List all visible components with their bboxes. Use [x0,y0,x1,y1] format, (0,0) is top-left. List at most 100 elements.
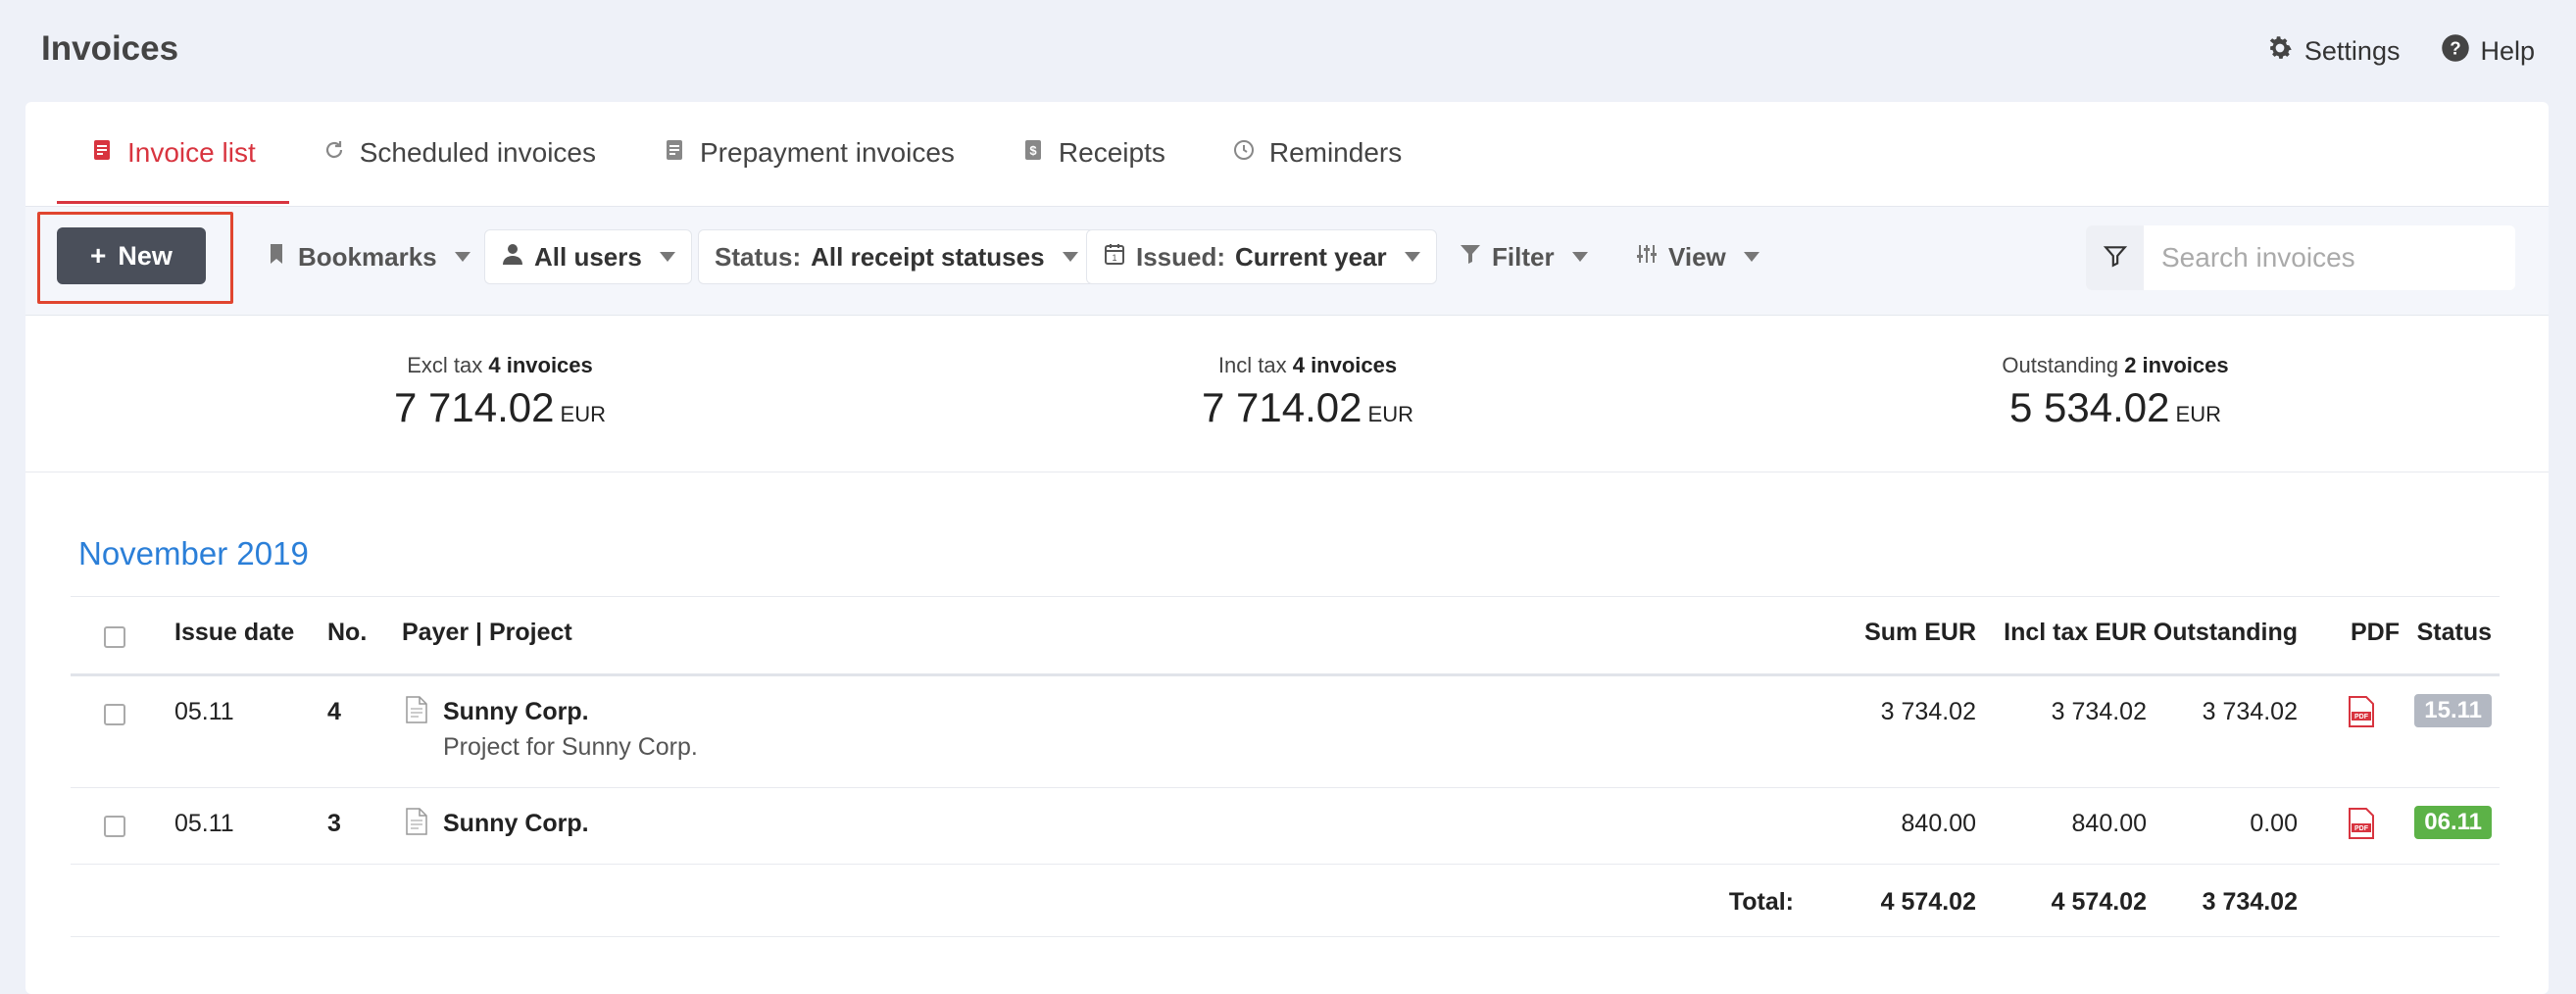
incl-tax-value: 840.00 [2071,810,2147,837]
col-outstanding[interactable]: Outstanding [2154,619,2298,647]
summary-outstanding: Outstanding 2 invoices 5 534.02 EUR [1870,353,2360,431]
search-filter-button[interactable] [2086,225,2144,290]
users-dropdown[interactable]: All users [484,229,692,284]
summary-incl-tax: Incl tax 4 invoices 7 714.02 EUR [1063,353,1553,431]
settings-link[interactable]: Settings [2265,33,2400,70]
top-links: Settings ? Help [2265,33,2535,70]
project-name[interactable]: Project for Sunny Corp. [443,733,698,762]
summary-value: 5 534.02 [2009,384,2170,430]
users-label: All users [534,241,642,272]
funnel-outline-icon [2103,243,2128,273]
search-input[interactable] [2144,225,2515,290]
invoice-icon [90,137,114,169]
bookmarks-dropdown[interactable]: Bookmarks [249,229,486,284]
invoice-number: 4 [327,698,341,725]
summary-value: 7 714.02 [394,384,555,430]
clock-icon [1232,137,1256,169]
tab-label: Prepayment invoices [700,137,955,168]
issue-date: 05.11 [174,810,234,837]
col-issue-date[interactable]: Issue date [174,619,294,647]
filter-dropdown[interactable]: Filter [1443,229,1604,284]
tab-label: Receipts [1058,137,1165,168]
summary-currency: EUR [2175,402,2221,426]
pdf-icon[interactable]: PDF [2347,808,2376,839]
chevron-down-icon [1404,252,1420,262]
payer-name[interactable]: Sunny Corp. [443,698,589,726]
calendar-icon: 1 [1103,242,1126,273]
bookmark-icon [265,242,288,273]
document-icon [406,696,427,723]
new-button-label: New [118,240,173,271]
tab-reminders[interactable]: Reminders [1199,102,1435,204]
tab-prepayment-invoices[interactable]: Prepayment invoices [629,102,988,204]
svg-text:$: $ [1029,143,1037,158]
select-all-checkbox[interactable] [104,626,125,648]
status-badge[interactable]: 15.11 [2414,694,2492,727]
table-total-row: Total: 4 574.02 4 574.02 3 734.02 [71,865,2500,937]
status-prefix: Status: [715,241,802,272]
status-badge[interactable]: 06.11 [2414,806,2492,839]
total-outstanding: 3 734.02 [2202,888,2298,916]
summary-bar: Excl tax 4 invoices 7 714.02 EUR Incl tax… [25,316,2549,472]
refresh-icon [322,137,346,169]
outstanding-value: 3 734.02 [2202,698,2298,725]
row-checkbox[interactable] [104,816,125,837]
gear-icon [2265,33,2295,70]
tab-label: Invoice list [127,137,256,168]
search-box [2086,225,2515,290]
issue-date: 05.11 [174,698,234,725]
outstanding-value: 0.00 [2250,810,2298,837]
col-status[interactable]: Status [2417,619,2492,647]
payer-name[interactable]: Sunny Corp. [443,810,589,838]
view-dropdown[interactable]: View [1619,229,1775,284]
sum-value: 840.00 [1901,810,1976,837]
help-label: Help [2480,36,2535,66]
tab-scheduled-invoices[interactable]: Scheduled invoices [289,102,629,204]
col-payer[interactable]: Payer | Project [402,619,572,647]
chevron-down-icon [454,252,471,262]
tab-invoice-list[interactable]: Invoice list [57,102,289,204]
total-sum: 4 574.02 [1880,888,1976,916]
issued-prefix: Issued: [1136,241,1226,272]
summary-label: Excl tax [407,353,483,377]
filter-label: Filter [1492,241,1555,272]
tab-receipts[interactable]: $ Receipts [988,102,1199,204]
document-icon [406,808,427,835]
user-icon [501,242,524,273]
total-label: Total: [1728,888,1794,916]
summary-currency: EUR [1367,402,1413,426]
pdf-icon[interactable]: PDF [2347,696,2376,727]
chevron-down-icon [1571,252,1588,262]
status-dropdown[interactable]: Status: All receipt statuses [698,229,1095,284]
table-header: Issue date No. Payer | Project Sum EUR I… [71,596,2500,676]
tab-bar: Invoice list Scheduled invoices Prepayme… [57,102,1435,204]
new-invoice-button[interactable]: + New [57,227,206,284]
svg-text:?: ? [2451,37,2461,58]
col-sum[interactable]: Sum EUR [1864,619,1976,647]
status-value: All receipt statuses [811,241,1045,272]
svg-text:1: 1 [1112,253,1116,263]
issued-dropdown[interactable]: 1 Issued: Current year [1086,229,1437,284]
col-no[interactable]: No. [327,619,367,647]
chevron-down-icon [659,252,675,262]
receipt-icon [663,137,686,169]
sliders-icon [1635,242,1659,273]
chevron-down-icon [1743,252,1759,262]
col-incl-tax[interactable]: Incl tax EUR [2004,619,2147,647]
help-link[interactable]: ? Help [2441,33,2535,70]
view-label: View [1668,241,1726,272]
summary-count: 4 invoices [488,353,593,377]
chevron-down-icon [1062,252,1078,262]
month-heading: November 2019 [78,535,309,572]
funnel-icon [1459,242,1482,273]
page-title: Invoices [41,29,179,68]
top-bar: Invoices Settings ? Help [0,0,2576,102]
table-row[interactable]: 05.11 3 Sunny Corp. 840.00 840.00 0.00 P… [71,788,2500,865]
sum-value: 3 734.02 [1880,698,1976,725]
row-checkbox[interactable] [104,704,125,725]
svg-text:PDF: PDF [2354,714,2369,721]
table-row[interactable]: 05.11 4 Sunny Corp. Project for Sunny Co… [71,676,2500,788]
incl-tax-value: 3 734.02 [2051,698,2147,725]
tab-label: Scheduled invoices [359,137,596,168]
plus-icon: + [90,240,107,271]
